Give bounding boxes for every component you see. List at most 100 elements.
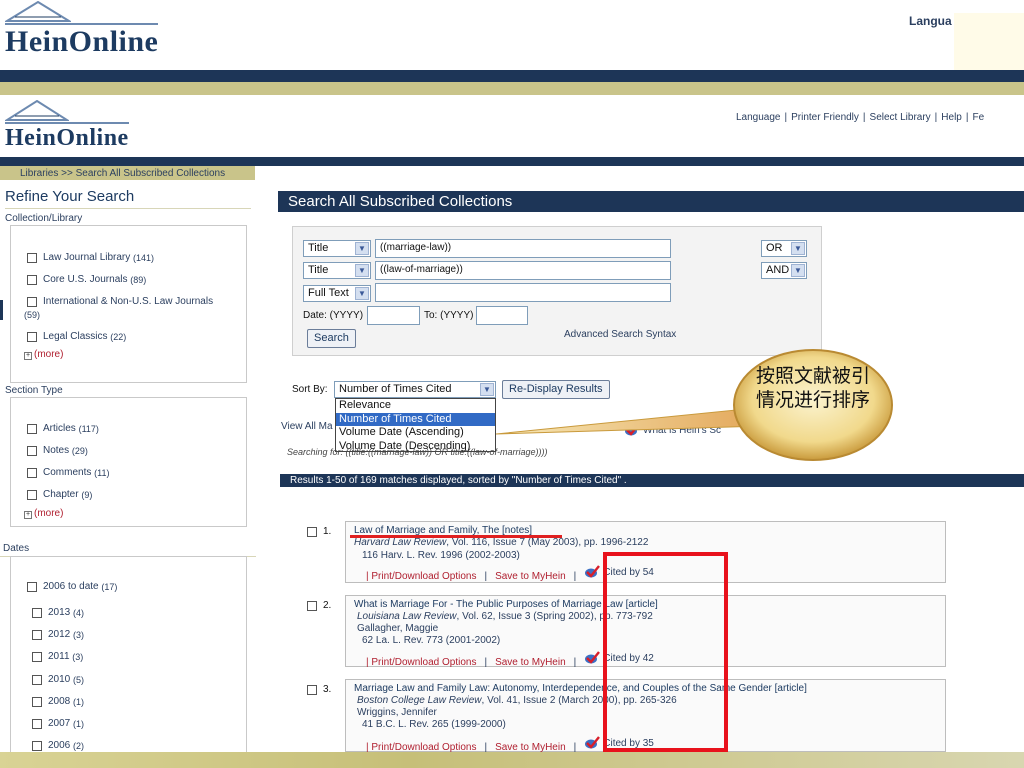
- checkbox[interactable]: [32, 740, 42, 751]
- nav-printer-friendly[interactable]: Printer Friendly: [791, 112, 859, 123]
- header-bar: [0, 70, 1024, 82]
- cited-by-highlight-annotation: [603, 552, 728, 752]
- logo-roof-icon: [5, 100, 69, 121]
- checkbox[interactable]: [27, 331, 37, 342]
- collection-item[interactable]: Law Journal Library (141): [27, 252, 154, 263]
- section-item[interactable]: Notes (29): [27, 445, 88, 456]
- operator-select-1[interactable]: OR ▼: [761, 240, 807, 257]
- collection-label: Collection/Library: [5, 213, 83, 224]
- field-select-2[interactable]: Title ▼: [303, 262, 371, 279]
- search-input-3[interactable]: [375, 283, 671, 302]
- checkbox[interactable]: [32, 651, 42, 662]
- more-link[interactable]: + (more): [24, 508, 63, 519]
- checkbox[interactable]: [27, 274, 37, 285]
- print-download-link[interactable]: Print/Download Options: [371, 657, 476, 668]
- checkbox[interactable]: [307, 600, 317, 611]
- date-item[interactable]: 2006 (2): [32, 740, 84, 751]
- date-item[interactable]: 2013 (4): [32, 607, 84, 618]
- checkbox[interactable]: [27, 445, 37, 456]
- result-author: Gallagher, Maggie: [357, 623, 439, 634]
- result-number: 2.: [307, 600, 331, 611]
- collection-box: Law Journal Library (141) Core U.S. Jour…: [10, 225, 247, 383]
- date-to-input[interactable]: [476, 306, 528, 325]
- dates-box: 2006 to date (17) 2013 (4) 2012 (3) 2011…: [10, 556, 247, 756]
- checkbox[interactable]: [27, 423, 37, 434]
- checkbox[interactable]: [307, 684, 317, 695]
- search-input-1[interactable]: ((marriage-law)): [375, 239, 671, 258]
- nav-select-library[interactable]: Select Library: [870, 112, 931, 123]
- checkbox[interactable]: [27, 489, 37, 500]
- view-all-link[interactable]: View All Ma: [281, 421, 333, 432]
- nav-feedback[interactable]: Fe: [972, 112, 984, 123]
- checkbox[interactable]: [27, 467, 37, 478]
- save-to-myhein-link[interactable]: Save to MyHein: [495, 571, 566, 582]
- more-link[interactable]: + (more): [24, 349, 63, 360]
- checkbox[interactable]: [27, 296, 37, 307]
- date-item[interactable]: 2006 to date (17): [27, 581, 117, 592]
- result-title[interactable]: Marriage Law and Family Law: Autonomy, I…: [354, 683, 807, 694]
- date-item[interactable]: 2012 (3): [32, 629, 84, 640]
- header-subbar: [0, 82, 1024, 95]
- section-item[interactable]: Articles (117): [27, 423, 99, 434]
- searching-text: Searching for: ((title:((marriage-law)) …: [287, 447, 548, 457]
- expand-icon: +: [24, 511, 32, 519]
- chevron-down-icon: ▼: [355, 264, 369, 277]
- date-item[interactable]: 2007 (1): [32, 718, 84, 729]
- chevron-down-icon: ▼: [480, 383, 494, 396]
- heinonline-logo-2[interactable]: HeinOnline: [5, 100, 129, 150]
- result-number: 3.: [307, 684, 331, 695]
- sort-option-selected[interactable]: Number of Times Cited: [336, 412, 495, 426]
- section-item[interactable]: Chapter (9): [27, 489, 92, 500]
- sort-select[interactable]: Number of Times Cited ▼: [334, 381, 496, 398]
- checkbox[interactable]: [32, 696, 42, 707]
- logo-wordmark: HeinOnline: [5, 122, 129, 150]
- operator-select-2[interactable]: AND ▼: [761, 262, 807, 279]
- page-title: Search All Subscribed Collections: [278, 191, 1024, 212]
- dates-label: Dates: [3, 543, 30, 554]
- result-number: 1.: [307, 526, 331, 537]
- checkbox[interactable]: [27, 581, 37, 592]
- checkbox[interactable]: [32, 607, 42, 618]
- field-select-3[interactable]: Full Text ▼: [303, 285, 371, 302]
- logo-wordmark: HeinOnline: [5, 23, 159, 58]
- date-item[interactable]: 2010 (5): [32, 674, 84, 685]
- expand-icon: +: [24, 352, 32, 360]
- heinonline-logo[interactable]: HeinOnline: [5, 1, 159, 58]
- collection-item-count: (59): [24, 310, 41, 320]
- breadcrumb[interactable]: Libraries >> Search All Subscribed Colle…: [0, 166, 255, 180]
- collection-item[interactable]: International & Non-U.S. Law Journals: [27, 296, 213, 307]
- search-button[interactable]: Search: [307, 329, 356, 348]
- advanced-search-link[interactable]: Advanced Search Syntax: [564, 329, 676, 340]
- sort-option[interactable]: Relevance: [336, 399, 495, 413]
- section-type-label: Section Type: [5, 385, 63, 396]
- date-item[interactable]: 2011 (3): [32, 651, 83, 662]
- section-item[interactable]: Comments (11): [27, 467, 109, 478]
- top-nav: Language | Printer Friendly | Select Library…: [736, 112, 985, 123]
- check-icon: [585, 651, 601, 664]
- chevron-down-icon: ▼: [791, 242, 805, 255]
- date-item[interactable]: 2008 (1): [32, 696, 84, 707]
- redisplay-button[interactable]: Re-Display Results: [502, 380, 610, 399]
- nav-language[interactable]: Language: [736, 112, 781, 123]
- sort-option[interactable]: Volume Date (Ascending): [336, 426, 495, 440]
- overlay-box: [954, 13, 1024, 71]
- result-citation: 62 La. L. Rev. 773 (2001-2002): [362, 635, 501, 646]
- checkbox[interactable]: [27, 252, 37, 263]
- sort-dropdown-list: Relevance Number of Times Cited Volume D…: [335, 398, 496, 452]
- print-download-link[interactable]: Print/Download Options: [371, 571, 476, 582]
- checkbox[interactable]: [32, 629, 42, 640]
- date-from-input[interactable]: [367, 306, 420, 325]
- checkbox[interactable]: [32, 718, 42, 729]
- collection-item[interactable]: Core U.S. Journals (89): [27, 274, 146, 285]
- check-icon: [585, 736, 601, 749]
- search-input-2[interactable]: ((law-of-marriage)): [375, 261, 671, 280]
- nav-help[interactable]: Help: [941, 112, 962, 123]
- collection-item[interactable]: Legal Classics (22): [27, 331, 126, 342]
- refine-title: Refine Your Search: [5, 188, 135, 205]
- chevron-down-icon: ▼: [355, 242, 369, 255]
- checkbox[interactable]: [32, 674, 42, 685]
- save-to-myhein-link[interactable]: Save to MyHein: [495, 657, 566, 668]
- language-link[interactable]: Langua: [909, 14, 952, 28]
- checkbox[interactable]: [307, 526, 317, 537]
- field-select-1[interactable]: Title ▼: [303, 240, 371, 257]
